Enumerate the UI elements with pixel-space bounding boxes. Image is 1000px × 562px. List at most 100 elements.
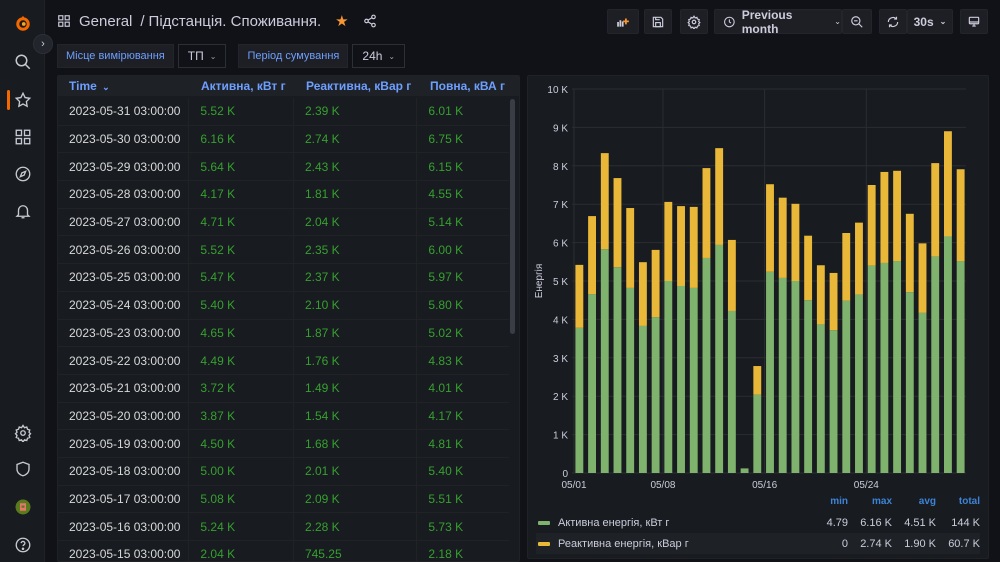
bar-active[interactable] <box>816 324 825 473</box>
bar-active[interactable] <box>702 257 711 473</box>
bar-reactive[interactable] <box>791 203 800 281</box>
bar-reactive[interactable] <box>867 185 876 266</box>
bar-reactive[interactable] <box>753 366 762 395</box>
table-row[interactable]: 2023-05-18 03:00:00 5.00 K 2.01 K 5.40 K <box>58 457 509 486</box>
bar-active[interactable] <box>626 287 635 473</box>
legend-col-avg[interactable]: avg <box>892 496 936 512</box>
bar-reactive[interactable] <box>689 206 698 288</box>
search-icon[interactable] <box>0 50 45 74</box>
table-row[interactable]: 2023-05-31 03:00:00 5.52 K 2.39 K 6.01 K <box>58 98 509 126</box>
table-row[interactable]: 2023-05-22 03:00:00 4.49 K 1.76 K 4.83 K <box>58 347 509 375</box>
bar-active[interactable] <box>918 312 927 473</box>
bar-active[interactable] <box>766 271 774 473</box>
table-row[interactable]: 2023-05-20 03:00:00 3.87 K 1.54 K 4.17 K <box>58 402 509 431</box>
bar-reactive[interactable] <box>829 272 838 331</box>
bar-active[interactable] <box>956 261 965 473</box>
table-row[interactable]: 2023-05-19 03:00:00 4.50 K 1.68 K 4.81 K <box>58 430 509 458</box>
table-row[interactable]: 2023-05-27 03:00:00 4.71 K 2.04 K 5.14 K <box>58 208 509 237</box>
bar-active[interactable] <box>943 236 952 473</box>
legend-item-reactive[interactable]: Реактивна енергія, кВар г 0 2.74 K 1.90 … <box>536 533 980 554</box>
bar-active[interactable] <box>664 281 673 473</box>
bar-reactive[interactable] <box>613 178 622 268</box>
folder-link[interactable]: General <box>79 13 132 30</box>
table-row[interactable]: 2023-05-24 03:00:00 5.40 K 2.10 K 5.80 K <box>58 291 509 320</box>
table-row[interactable]: 2023-05-15 03:00:00 2.04 K 745.25 2.18 K <box>58 541 509 561</box>
variable-select-period[interactable]: 24h ⌄ <box>352 44 406 68</box>
bar-active[interactable] <box>600 249 609 473</box>
grafana-logo[interactable] <box>0 12 45 36</box>
tv-mode-button[interactable] <box>960 9 988 34</box>
bar-active[interactable] <box>778 277 787 473</box>
table-scrollbar[interactable] <box>510 99 515 334</box>
bar-reactive[interactable] <box>842 233 851 301</box>
table-row[interactable]: 2023-05-29 03:00:00 5.64 K 2.43 K 6.15 K <box>58 153 509 182</box>
table-row[interactable]: 2023-05-28 03:00:00 4.17 K 1.81 K 4.55 K <box>58 181 509 209</box>
bar-reactive[interactable] <box>943 131 952 237</box>
avatar[interactable] <box>0 495 45 519</box>
bar-reactive[interactable] <box>855 222 863 295</box>
bar-reactive[interactable] <box>766 184 774 272</box>
table-row[interactable]: 2023-05-30 03:00:00 6.16 K 2.74 K 6.75 K <box>58 125 509 154</box>
dashboard-settings-button[interactable] <box>680 9 708 34</box>
bar-active[interactable] <box>893 261 902 473</box>
bar-active[interactable] <box>638 325 647 473</box>
bar-reactive[interactable] <box>727 239 736 311</box>
star-filled-icon[interactable]: ★ <box>335 12 348 30</box>
bar-active[interactable] <box>791 281 800 473</box>
bar-reactive[interactable] <box>918 243 927 313</box>
bar-reactive[interactable] <box>804 235 813 301</box>
bar-active[interactable] <box>575 327 584 473</box>
column-header-full[interactable]: Повна, кВА г <box>419 79 511 93</box>
refresh-button[interactable] <box>879 9 907 34</box>
table-row[interactable]: 2023-05-16 03:00:00 5.24 K 2.28 K 5.73 K <box>58 513 509 541</box>
column-header-time[interactable]: Time ⌄ <box>58 79 190 93</box>
bar-active[interactable] <box>842 300 851 473</box>
bar-active[interactable] <box>880 262 889 473</box>
page-title[interactable]: Підстанція. Споживання. <box>149 13 322 30</box>
legend-col-total[interactable]: total <box>936 496 980 512</box>
bar-active[interactable] <box>740 468 749 473</box>
bar-reactive[interactable] <box>575 264 584 328</box>
bar-reactive[interactable] <box>956 169 965 262</box>
bar-active[interactable] <box>753 394 762 473</box>
gear-icon[interactable] <box>0 421 45 445</box>
bar-reactive[interactable] <box>931 163 940 257</box>
bar-active[interactable] <box>931 256 940 473</box>
legend-col-min[interactable]: min <box>808 496 848 512</box>
table-row[interactable]: 2023-05-21 03:00:00 3.72 K 1.49 K 4.01 K <box>58 374 509 403</box>
shield-icon[interactable] <box>0 457 45 481</box>
bar-reactive[interactable] <box>677 206 685 286</box>
bar-reactive[interactable] <box>702 168 711 258</box>
bar-reactive[interactable] <box>880 171 889 263</box>
bar-reactive[interactable] <box>778 197 787 278</box>
bar-reactive[interactable] <box>626 208 635 288</box>
column-header-active[interactable]: Активна, кВт г <box>190 79 295 93</box>
bar-reactive[interactable] <box>664 201 673 281</box>
table-row[interactable]: 2023-05-25 03:00:00 5.47 K 2.37 K 5.97 K <box>58 264 509 292</box>
dashboards-icon[interactable] <box>0 125 45 149</box>
table-row[interactable]: 2023-05-17 03:00:00 5.08 K 2.09 K 5.51 K <box>58 485 509 514</box>
bar-reactive[interactable] <box>651 249 660 318</box>
bar-active[interactable] <box>651 317 660 473</box>
star-icon[interactable] <box>0 88 45 112</box>
bar-active[interactable] <box>855 294 863 473</box>
bar-active[interactable] <box>588 294 597 473</box>
bar-active[interactable] <box>867 265 876 473</box>
explore-icon[interactable] <box>0 162 45 186</box>
bar-active[interactable] <box>715 244 724 473</box>
add-panel-button[interactable] <box>607 9 639 34</box>
bar-active[interactable] <box>905 292 914 473</box>
bar-active[interactable] <box>804 300 813 473</box>
bar-reactive[interactable] <box>893 170 902 262</box>
legend-col-max[interactable]: max <box>848 496 892 512</box>
bar-reactive[interactable] <box>588 216 597 295</box>
table-row[interactable]: 2023-05-23 03:00:00 4.65 K 1.87 K 5.02 K <box>58 319 509 348</box>
bar-active[interactable] <box>829 330 838 473</box>
legend-item-active[interactable]: Активна енергія, кВт г 4.79 6.16 K 4.51 … <box>536 512 980 533</box>
column-header-reactive[interactable]: Реактивна, кВар г <box>295 79 419 93</box>
bar-active[interactable] <box>677 285 685 473</box>
bar-reactive[interactable] <box>905 213 914 293</box>
bell-icon[interactable] <box>0 199 45 223</box>
table-row[interactable]: 2023-05-26 03:00:00 5.52 K 2.35 K 6.00 K <box>58 236 509 265</box>
bar-reactive[interactable] <box>715 148 724 245</box>
